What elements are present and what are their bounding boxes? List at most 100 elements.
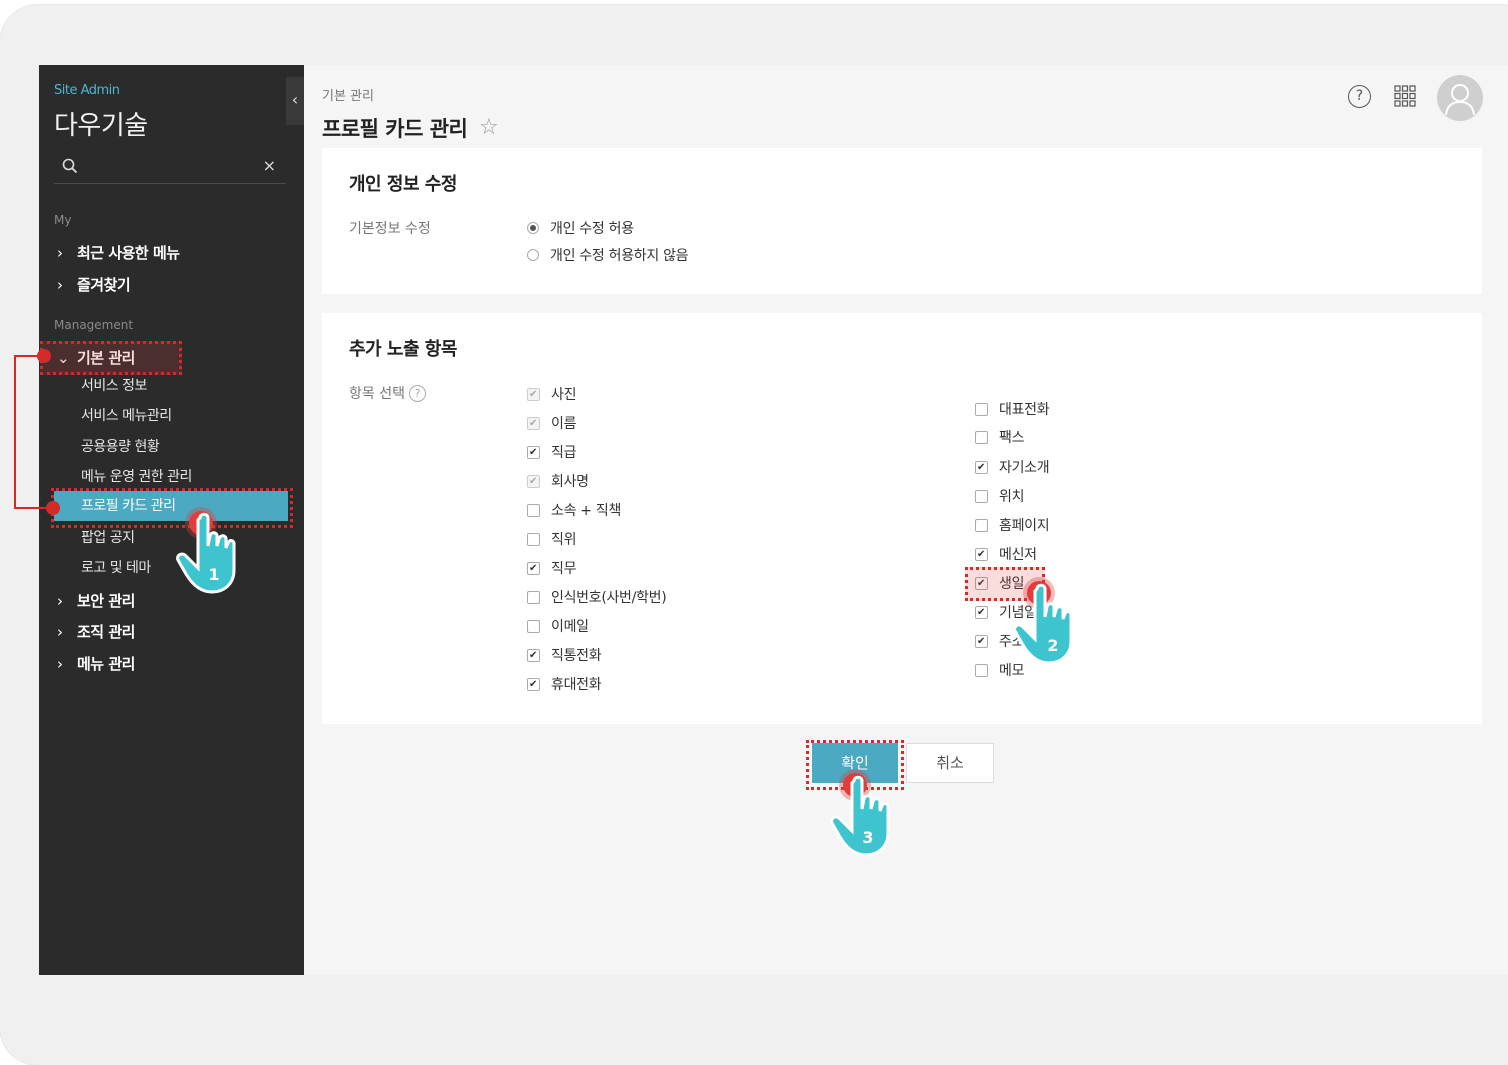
checkbox[interactable] — [975, 430, 988, 444]
sidebar-sub-service-menu[interactable]: 서비스 메뉴관리 — [81, 405, 172, 425]
checkbox-location[interactable]: 위치 — [975, 486, 1024, 506]
sidebar-search[interactable]: × — [54, 153, 286, 184]
checkbox[interactable] — [527, 561, 540, 575]
sidebar-item-recent[interactable]: › 최근 사용한 메뉴 — [57, 242, 180, 263]
annotation-dot — [46, 501, 60, 515]
checkbox-dept-title[interactable]: 소속 + 직책 — [527, 500, 621, 520]
checkbox-employee-id[interactable]: 인식번호(사번/학번) — [527, 587, 667, 607]
sidebar-sub-logo-theme[interactable]: 로고 및 테마 — [81, 557, 151, 577]
panel-title: 추가 노출 항목 — [349, 339, 457, 360]
radio-button[interactable] — [527, 222, 539, 234]
chevron-right-icon: › — [57, 622, 63, 641]
radio-label: 개인 수정 허용 — [550, 221, 634, 237]
user-avatar-icon — [1445, 84, 1475, 116]
checkbox[interactable] — [527, 677, 540, 691]
field-label: 기본정보 수정 — [349, 221, 431, 237]
checkbox-label: 인식번호(사번/학번) — [551, 590, 667, 606]
checkbox-label: 직급 — [551, 445, 577, 461]
checkbox-email[interactable]: 이메일 — [527, 616, 589, 636]
brand-subtitle: Site Admin — [54, 83, 120, 98]
sidebar-collapse-button[interactable]: ‹ — [286, 77, 304, 125]
checkbox-label: 휴대전화 — [551, 677, 602, 693]
chevron-right-icon: › — [57, 654, 63, 673]
help-icon[interactable]: ? — [1348, 85, 1371, 108]
checkbox-label: 회사명 — [551, 474, 589, 490]
radio-allow-edit[interactable]: 개인 수정 허용 — [527, 218, 634, 238]
group-label-management: Management — [54, 318, 134, 332]
checkbox[interactable] — [975, 518, 988, 532]
checkbox[interactable] — [527, 503, 540, 517]
checkbox[interactable] — [975, 547, 988, 561]
step-number: 3 — [862, 828, 873, 847]
sidebar-sub-menu-permission[interactable]: 메뉴 운영 권한 관리 — [81, 466, 192, 486]
checkbox-label: 이름 — [551, 416, 577, 432]
cancel-button[interactable]: 취소 — [906, 743, 994, 783]
field-label: 항목 선택 ? — [349, 383, 426, 403]
checkbox[interactable] — [527, 619, 540, 633]
pointing-hand-icon: 3 — [830, 775, 890, 857]
annotation-connector — [14, 355, 16, 508]
sidebar-sub-storage[interactable]: 공용용량 현황 — [81, 436, 160, 456]
radio-label: 개인 수정 허용하지 않음 — [550, 248, 689, 264]
sidebar-sub-service-info[interactable]: 서비스 정보 — [81, 375, 147, 395]
checkbox[interactable] — [975, 489, 988, 503]
checkbox-label: 직위 — [551, 532, 577, 548]
apps-grid-icon[interactable] — [1394, 85, 1416, 107]
sidebar-item-organization[interactable]: › 조직 관리 — [57, 621, 135, 642]
step-number: 1 — [208, 565, 219, 584]
checkbox-label: 직통전화 — [551, 648, 602, 664]
checkbox-name[interactable]: 이름 — [527, 413, 576, 433]
sidebar-item-label: 최근 사용한 메뉴 — [77, 244, 180, 262]
star-outline-icon[interactable]: ☆ — [479, 115, 499, 140]
avatar[interactable] — [1437, 75, 1483, 121]
sidebar-item-favorites[interactable]: › 즐겨찾기 — [57, 274, 131, 295]
pointing-hand-icon: 1 — [176, 512, 236, 594]
field-label-text: 항목 선택 — [349, 386, 405, 402]
checkbox-label: 위치 — [999, 489, 1025, 505]
search-clear-icon[interactable]: × — [263, 156, 276, 175]
checkbox-fax[interactable]: 팩스 — [975, 427, 1024, 447]
checkbox-label: 이메일 — [551, 619, 589, 635]
page-title: 프로필 카드 관리 — [322, 117, 468, 141]
checkbox-main-phone[interactable]: 대표전화 — [975, 399, 1050, 419]
checkbox[interactable] — [975, 634, 988, 648]
checkbox-rank[interactable]: 직급 — [527, 442, 576, 462]
sidebar-item-menu[interactable]: › 메뉴 관리 — [57, 653, 135, 674]
help-icon[interactable]: ? — [408, 384, 426, 402]
checkbox — [527, 416, 540, 430]
checkbox[interactable] — [975, 460, 988, 474]
radio-deny-edit[interactable]: 개인 수정 허용하지 않음 — [527, 245, 689, 265]
checkbox-mobile[interactable]: 휴대전화 — [527, 674, 602, 694]
checkbox-messenger[interactable]: 메신저 — [975, 544, 1037, 564]
chevron-right-icon: › — [57, 591, 63, 610]
group-label-my: My — [54, 213, 72, 227]
checkbox-intro[interactable]: 자기소개 — [975, 457, 1050, 477]
checkbox-duty[interactable]: 직무 — [527, 558, 576, 578]
brand-title: 다우기술 — [54, 111, 148, 141]
checkbox-company[interactable]: 회사명 — [527, 471, 589, 491]
chevron-right-icon: › — [57, 243, 63, 262]
sidebar-sub-popup[interactable]: 팝업 공지 — [81, 527, 135, 547]
checkbox-direct-phone[interactable]: 직통전화 — [527, 645, 602, 665]
annotation-highlight-basic — [40, 341, 182, 375]
checkbox-homepage[interactable]: 홈페이지 — [975, 515, 1050, 535]
checkbox-photo[interactable]: 사진 — [527, 384, 576, 404]
search-icon — [62, 158, 78, 174]
chevron-right-icon: › — [57, 275, 63, 294]
checkbox[interactable] — [975, 605, 988, 619]
checkbox-position[interactable]: 직위 — [527, 529, 576, 549]
checkbox-label: 홈페이지 — [999, 518, 1050, 534]
main-content: 기본 관리 프로필 카드 관리 ☆ ? 개인 정보 수정 기본정보 수정 개인 … — [304, 65, 1508, 975]
checkbox[interactable] — [975, 402, 988, 416]
sidebar-item-security[interactable]: › 보안 관리 — [57, 590, 135, 611]
sidebar-item-label: 즐겨찾기 — [77, 276, 131, 294]
annotation-dot — [37, 349, 51, 363]
panel-title: 개인 정보 수정 — [349, 174, 457, 195]
checkbox[interactable] — [527, 532, 540, 546]
checkbox-label: 사진 — [551, 387, 577, 403]
radio-button[interactable] — [527, 249, 539, 261]
checkbox[interactable] — [975, 663, 988, 677]
checkbox[interactable] — [527, 445, 540, 459]
checkbox[interactable] — [527, 648, 540, 662]
checkbox[interactable] — [527, 590, 540, 604]
